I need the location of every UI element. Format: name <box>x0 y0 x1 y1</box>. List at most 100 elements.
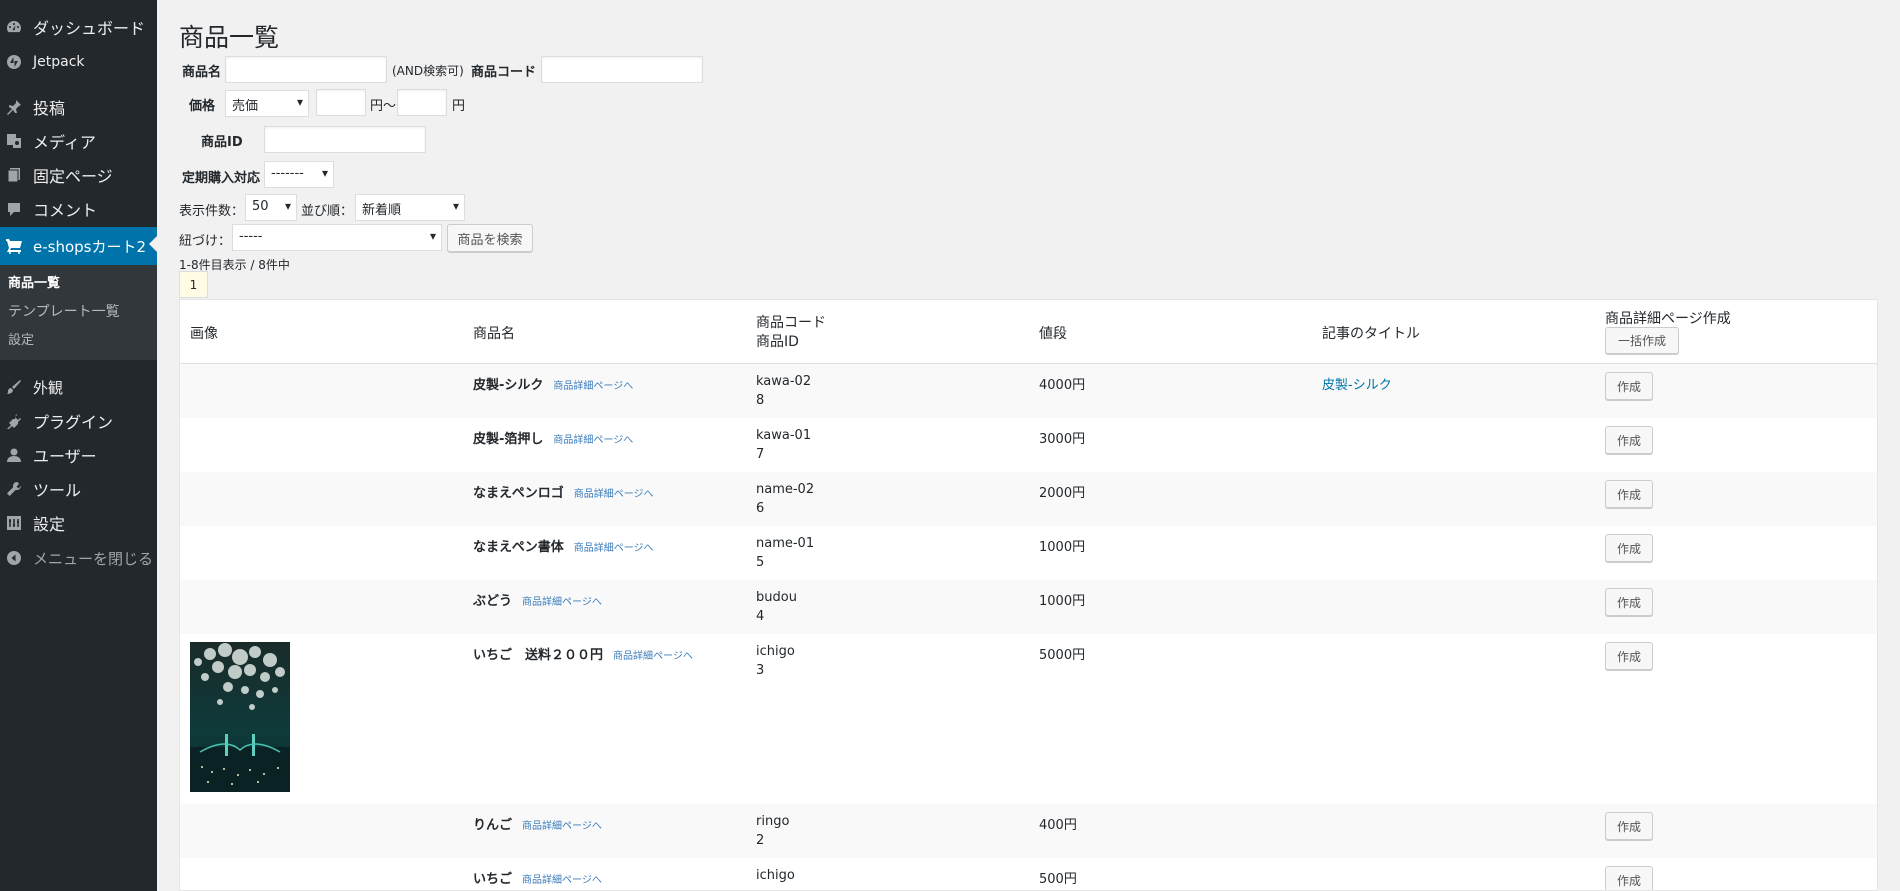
product-price: 1000円 <box>1039 594 1086 609</box>
user-icon <box>6 447 22 463</box>
current-indicator <box>149 236 157 252</box>
make-detail-button[interactable]: 作成 <box>1605 480 1653 508</box>
product-price: 3000円 <box>1039 432 1086 447</box>
dashboard-icon <box>6 19 22 35</box>
product-price: 400円 <box>1039 818 1077 833</box>
make-detail-button[interactable]: 作成 <box>1605 426 1653 454</box>
menu-comments[interactable]: コメント <box>0 192 157 226</box>
submenu: 商品一覧 テンプレート一覧 設定 <box>0 265 157 360</box>
menu-jetpack[interactable]: Jetpack <box>0 45 157 79</box>
product-name: ぶどう 商品詳細ページへ <box>473 590 602 609</box>
detail-page-link[interactable]: 商品詳細ページへ <box>522 875 602 886</box>
subscription-select[interactable]: ------- <box>264 161 334 188</box>
admin-sidebar: ダッシュボード Jetpack 投稿 メディア 固定ページ コメント e-sho… <box>0 0 157 891</box>
menu-appearance[interactable]: 外観 <box>0 370 157 404</box>
link-select[interactable]: ----- <box>232 224 442 251</box>
product-id-label: 商品ID <box>201 135 243 150</box>
menu-label: 外観 <box>33 378 64 397</box>
plugin-icon <box>6 413 22 429</box>
detail-page-link[interactable]: 商品詳細ページへ <box>574 543 654 554</box>
price-type-select[interactable]: 売価 <box>225 90 309 117</box>
article-title-link[interactable]: 皮製-シルク <box>1322 374 1392 393</box>
price-min-input[interactable] <box>316 89 366 116</box>
page-icon <box>6 167 22 183</box>
make-detail-button[interactable]: 作成 <box>1605 642 1653 670</box>
price-max-input[interactable] <box>397 89 447 116</box>
search-products-button[interactable]: 商品を検索 <box>447 224 533 252</box>
product-price: 4000円 <box>1039 378 1086 393</box>
menu-tools[interactable]: ツール <box>0 472 157 506</box>
product-code: ichigo <box>756 644 795 659</box>
product-name-input[interactable] <box>225 56 387 83</box>
menu-eshops-cart[interactable]: e-shopsカート2 <box>0 227 157 265</box>
detail-page-link[interactable]: 商品詳細ページへ <box>553 381 633 392</box>
product-name-text: いちご <box>473 872 513 887</box>
menu-pages[interactable]: 固定ページ <box>0 158 157 192</box>
product-name: いちご 商品詳細ページへ <box>473 868 602 887</box>
detail-page-link[interactable]: 商品詳細ページへ <box>613 651 693 662</box>
table-row: なまえペンロゴ 商品詳細ページへ name-02 6 2000円 作成 <box>180 472 1877 526</box>
menu-users[interactable]: ユーザー <box>0 438 157 472</box>
and-search-hint: (AND検索可) <box>392 64 464 78</box>
make-detail-button[interactable]: 作成 <box>1605 866 1653 890</box>
product-code-input[interactable] <box>541 56 703 83</box>
per-page-value: 50 <box>252 199 269 214</box>
product-code: name-01 <box>756 536 815 551</box>
product-name: りんご 商品詳細ページへ <box>473 814 602 833</box>
make-detail-button[interactable]: 作成 <box>1605 372 1653 400</box>
menu-plugins[interactable]: プラグイン <box>0 404 157 438</box>
product-id: 5 <box>756 555 765 570</box>
collapse-icon <box>6 550 22 566</box>
product-code: ichigo <box>756 868 795 883</box>
detail-page-link[interactable]: 商品詳細ページへ <box>522 821 602 832</box>
make-detail-button[interactable]: 作成 <box>1605 588 1653 616</box>
pin-icon <box>6 99 22 115</box>
product-id: 6 <box>756 501 765 516</box>
submenu-item-templates[interactable]: テンプレート一覧 <box>8 301 120 321</box>
table-row: いちご 送料２００円 商品詳細ページへ ichigo 3 5000円 作成 <box>180 634 1877 804</box>
menu-label: 固定ページ <box>33 167 113 186</box>
page-title: 商品一覧 <box>179 23 280 52</box>
product-name-text: りんご <box>473 818 513 833</box>
jetpack-icon <box>6 54 22 70</box>
menu-label: コメント <box>33 201 98 220</box>
sort-label: 並び順： <box>301 204 354 219</box>
product-id: 8 <box>756 393 765 408</box>
submenu-item-products[interactable]: 商品一覧 <box>8 272 60 291</box>
product-code: budou <box>756 590 797 605</box>
menu-label: 設定 <box>33 515 66 534</box>
menu-dashboard[interactable]: ダッシュボード <box>0 10 157 44</box>
menu-posts[interactable]: 投稿 <box>0 90 157 124</box>
product-price: 1000円 <box>1039 540 1086 555</box>
product-id-input[interactable] <box>264 126 426 153</box>
bulk-create-button[interactable]: 一括作成 <box>1605 327 1679 354</box>
make-detail-button[interactable]: 作成 <box>1605 812 1653 840</box>
menu-settings[interactable]: 設定 <box>0 506 157 540</box>
yen-text: 円 <box>452 99 466 114</box>
product-name-text: 皮製-シルク <box>473 378 544 393</box>
per-page-select[interactable]: 50 <box>245 194 297 221</box>
price-label: 価格 <box>189 99 216 114</box>
table-header: 画像 商品名 商品コード 商品ID 値段 記事のタイトル 商品詳細ページ作成 一… <box>180 300 1877 364</box>
pagination-page-1[interactable]: 1 <box>179 271 208 298</box>
table-row: 皮製-シルク 商品詳細ページへ kawa-02 8 4000円 皮製-シルク 作成 <box>180 364 1877 418</box>
detail-page-link[interactable]: 商品詳細ページへ <box>522 597 602 608</box>
make-detail-button[interactable]: 作成 <box>1605 534 1653 562</box>
table-row: りんご 商品詳細ページへ ringo 2 400円 作成 <box>180 804 1877 858</box>
product-name: なまえペンロゴ 商品詳細ページへ <box>473 482 654 501</box>
col-detail: 商品詳細ページ作成 <box>1605 311 1731 327</box>
menu-label: 投稿 <box>33 99 66 118</box>
product-id: 2 <box>756 833 765 848</box>
detail-page-link[interactable]: 商品詳細ページへ <box>553 435 633 446</box>
submenu-item-settings[interactable]: 設定 <box>8 329 34 348</box>
menu-media[interactable]: メディア <box>0 124 157 158</box>
product-name-text: なまえペン書体 <box>473 540 564 555</box>
sort-select[interactable]: 新着順 <box>355 194 465 221</box>
product-price: 500円 <box>1039 872 1077 887</box>
menu-collapse[interactable]: メニューを閉じる <box>0 541 157 575</box>
subscription-label: 定期購入対応 <box>182 171 261 186</box>
col-id: 商品ID <box>756 334 799 350</box>
product-id: 4 <box>756 609 765 624</box>
detail-page-link[interactable]: 商品詳細ページへ <box>574 489 654 500</box>
table-row: ぶどう 商品詳細ページへ budou 4 1000円 作成 <box>180 580 1877 634</box>
